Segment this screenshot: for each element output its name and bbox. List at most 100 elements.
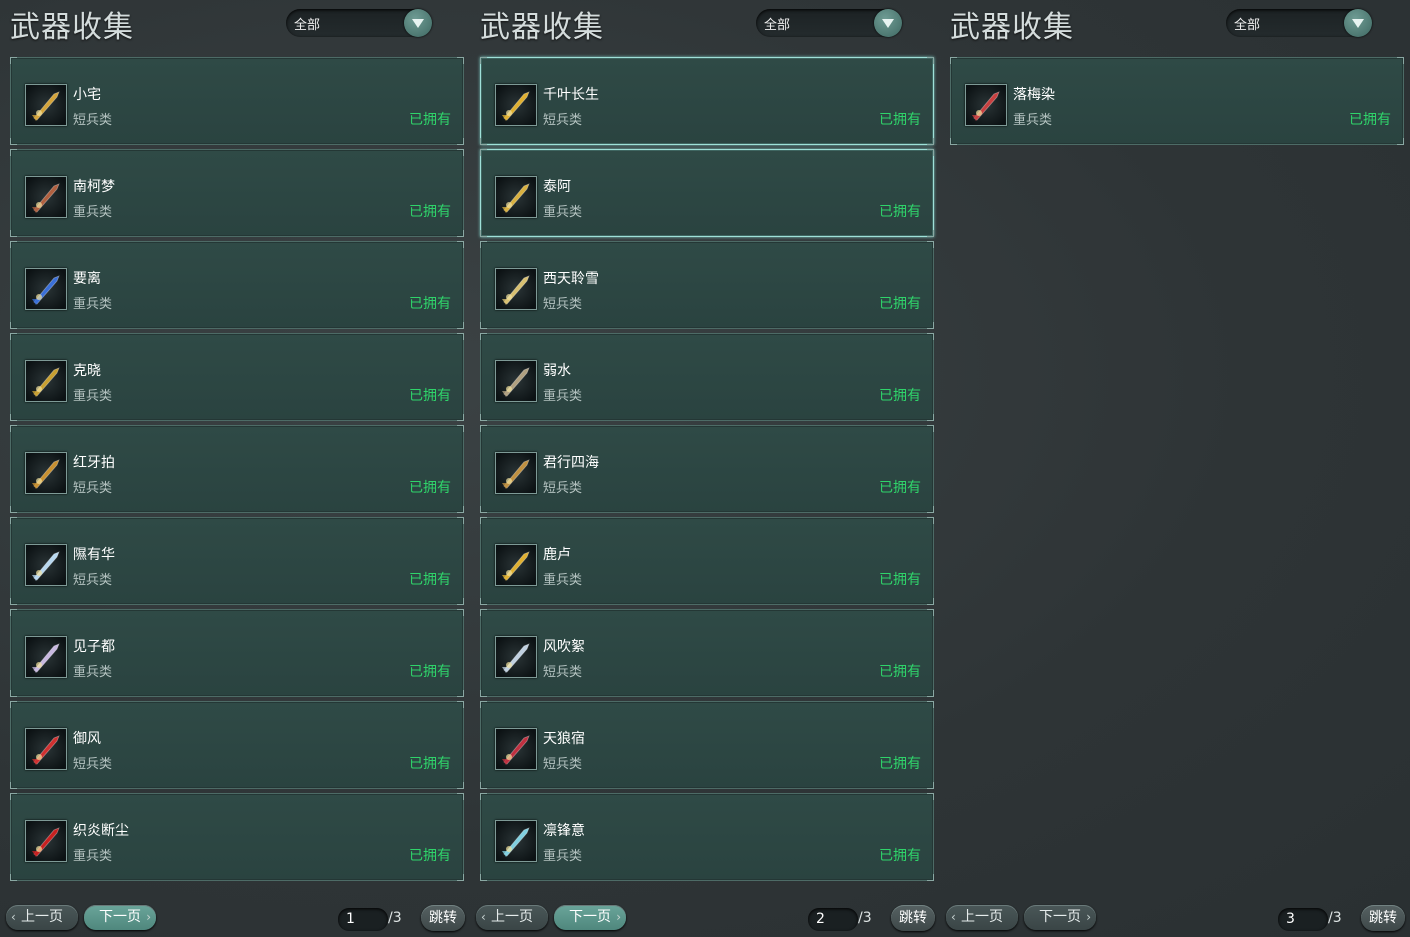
weapon-type: 短兵类 — [543, 481, 583, 496]
page-number-input[interactable]: 3 — [1278, 908, 1328, 931]
weapon-name: 小宅 — [73, 87, 101, 103]
category-filter-dropdown[interactable]: 全部 — [756, 9, 902, 37]
corner-ornament — [457, 690, 464, 697]
corner-ornament — [927, 414, 934, 421]
corner-ornament — [457, 874, 464, 881]
corner-ornament — [927, 425, 934, 432]
corner-ornament — [927, 138, 934, 145]
weapon-card[interactable]: 君行四海 短兵类 已拥有 — [480, 425, 934, 513]
crystal-icon — [25, 544, 67, 586]
weapon-card[interactable]: 红牙拍 短兵类 已拥有 — [10, 425, 464, 513]
corner-ornament — [1397, 138, 1404, 145]
corner-ornament — [10, 598, 17, 605]
dagger-icon — [25, 452, 67, 494]
corner-ornament — [480, 874, 487, 881]
weapon-name: 凛锋意 — [543, 823, 585, 839]
corner-ornament — [480, 609, 487, 616]
weapon-name: 落梅染 — [1013, 87, 1055, 103]
weapon-card[interactable]: 弱水 重兵类 已拥有 — [480, 333, 934, 421]
corner-ornament — [480, 690, 487, 697]
corner-ornament — [10, 506, 17, 513]
corner-ornament — [10, 230, 17, 237]
corner-ornament — [480, 598, 487, 605]
page-number-input[interactable]: 1 — [338, 908, 388, 931]
corner-ornament — [927, 333, 934, 340]
corner-ornament — [927, 322, 934, 329]
weapon-card[interactable]: 西天聆雪 短兵类 已拥有 — [480, 241, 934, 329]
corner-ornament — [480, 138, 487, 145]
weapon-type: 重兵类 — [543, 849, 583, 864]
corner-ornament — [457, 598, 464, 605]
weapon-name: 弱水 — [543, 363, 571, 379]
prev-page-label: 上一页 — [21, 909, 63, 925]
weapon-card[interactable]: 凛锋意 重兵类 已拥有 — [480, 793, 934, 881]
owned-status: 已拥有 — [409, 296, 451, 312]
corner-ornament — [927, 609, 934, 616]
prev-page-button[interactable]: ‹ 上一页 — [946, 905, 1018, 930]
weapon-card[interactable]: 要离重兵类 已拥有 — [10, 241, 464, 329]
weapon-card[interactable]: 泰阿 重兵类 已拥有 — [480, 149, 934, 237]
jump-button[interactable]: 跳转 — [421, 905, 465, 931]
chevron-down-icon[interactable] — [874, 9, 902, 37]
filter-selected-value: 全部 — [764, 18, 791, 33]
corner-ornament — [10, 782, 17, 789]
weapon-type: 重兵类 — [73, 665, 113, 680]
weapon-card[interactable]: 隰有华 短兵类 已拥有 — [10, 517, 464, 605]
owned-status: 已拥有 — [409, 572, 451, 588]
ice-blade-icon — [495, 820, 537, 862]
category-filter-dropdown[interactable]: 全部 — [286, 9, 432, 37]
corner-ornament — [480, 57, 487, 64]
weapon-card[interactable]: 克晓 重兵类 已拥有 — [10, 333, 464, 421]
corner-ornament — [1397, 57, 1404, 64]
prev-page-label: 上一页 — [491, 909, 533, 925]
owned-status: 已拥有 — [409, 204, 451, 220]
jump-button[interactable]: 跳转 — [1361, 905, 1405, 931]
owned-status: 已拥有 — [409, 848, 451, 864]
corner-ornament — [950, 57, 957, 64]
corner-ornament — [480, 414, 487, 421]
weapon-name: 见子都 — [73, 639, 115, 655]
jump-button[interactable]: 跳转 — [891, 905, 935, 931]
weapon-type: 重兵类 — [73, 297, 113, 312]
blade-icon — [25, 268, 67, 310]
weapon-card[interactable]: 织炎断尘 重兵类 已拥有 — [10, 793, 464, 881]
prev-page-button[interactable]: ‹ 上一页 — [6, 905, 78, 930]
weapon-card[interactable]: 御风 短兵类 已拥有 — [10, 701, 464, 789]
corner-ornament — [457, 793, 464, 800]
weapon-name: 要离 — [73, 271, 101, 287]
weapon-card[interactable]: 千叶长生 短兵类 已拥有 — [480, 57, 934, 145]
weapon-card[interactable]: 天狼宿 短兵类 已拥有 — [480, 701, 934, 789]
next-page-button[interactable]: 下一页 › — [1024, 905, 1096, 930]
weapon-card[interactable]: 小宅 短兵类 已拥有 — [10, 57, 464, 145]
corner-ornament — [10, 241, 17, 248]
weapon-type: 重兵类 — [543, 573, 583, 588]
corner-ornament — [10, 690, 17, 697]
chevron-down-icon[interactable] — [404, 9, 432, 37]
weapon-card[interactable]: 南柯梦 重兵类 已拥有 — [10, 149, 464, 237]
corner-ornament — [480, 322, 487, 329]
chevron-left-icon: ‹ — [11, 910, 16, 924]
next-page-label: 下一页 — [1039, 909, 1081, 925]
category-filter-dropdown[interactable]: 全部 — [1226, 9, 1372, 37]
weapon-card[interactable]: 风吹絮 短兵类 已拥有 — [480, 609, 934, 697]
panel-title: 武器收集 — [480, 10, 604, 45]
next-page-button[interactable]: 下一页 › — [84, 905, 156, 930]
hammer-icon — [25, 176, 67, 218]
prev-page-button[interactable]: ‹ 上一页 — [476, 905, 548, 930]
weapon-type: 重兵类 — [73, 849, 113, 864]
chevron-down-icon[interactable] — [1344, 9, 1372, 37]
next-page-button[interactable]: 下一页 › — [554, 905, 626, 930]
corner-ornament — [927, 598, 934, 605]
weapon-card[interactable]: 落梅染 重兵类 已拥有 — [950, 57, 1404, 145]
weapon-card[interactable]: 鹿卢 重兵类 已拥有 — [480, 517, 934, 605]
weapon-type: 重兵类 — [73, 389, 113, 404]
weapon-name: 南柯梦 — [73, 179, 115, 195]
chevron-right-icon: › — [146, 910, 151, 924]
corner-ornament — [457, 57, 464, 64]
page-total: /3 — [388, 910, 402, 926]
owned-status: 已拥有 — [879, 756, 921, 772]
weapon-card[interactable]: 见子都 重兵类 已拥有 — [10, 609, 464, 697]
owned-status: 已拥有 — [879, 664, 921, 680]
page-number-input[interactable]: 2 — [808, 908, 858, 931]
owned-status: 已拥有 — [1349, 112, 1391, 128]
